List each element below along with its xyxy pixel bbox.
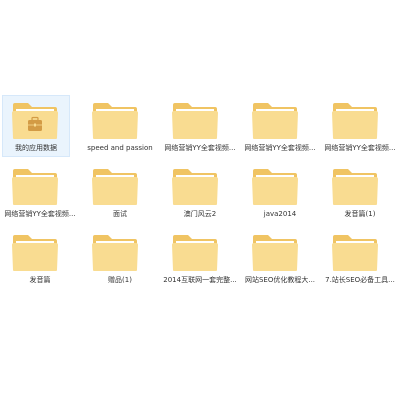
folder-item[interactable]: speed and passion xyxy=(80,95,160,161)
folder-name: 网络营销YY全套视频... xyxy=(164,144,236,152)
folder-item[interactable]: 网络营销YY全套视频... xyxy=(240,95,320,161)
folder-item[interactable]: 我的应用数据 xyxy=(0,95,80,161)
folder-item[interactable]: 网络营销YY全套视频... xyxy=(160,95,240,161)
folder-item[interactable]: java2014 xyxy=(240,161,320,227)
folder-icon xyxy=(12,169,58,205)
folder-name: 澳门风云2 xyxy=(183,210,217,218)
folder-item[interactable]: 网站SEO优化教程大... xyxy=(240,227,320,293)
folder-icon xyxy=(332,103,378,139)
folder-name: 发音篇 xyxy=(29,276,51,284)
folder-icon xyxy=(172,103,218,139)
folder-name: 面试 xyxy=(113,210,127,218)
folder-grid: 我的应用数据 speed and passion 网络营销YY全套视频... 网… xyxy=(0,95,400,293)
folder-item[interactable]: 网络营销YY全套视频... xyxy=(0,161,80,227)
folder-icon xyxy=(92,169,138,205)
folder-item[interactable]: 7.站长SEO必备工具... xyxy=(320,227,400,293)
folder-item[interactable]: 澳门风云2 xyxy=(160,161,240,227)
folder-icon xyxy=(92,235,138,271)
folder-item[interactable]: 2014互联网一套完整... xyxy=(160,227,240,293)
folder-name: speed and passion xyxy=(87,144,153,152)
folder-item[interactable]: 网络营销YY全套视频... xyxy=(320,95,400,161)
folder-name: 发音篇(1) xyxy=(344,210,376,218)
folder-name: 我的应用数据 xyxy=(15,144,57,152)
folder-icon xyxy=(252,169,298,205)
folder-name: java2014 xyxy=(263,210,297,218)
folder-icon xyxy=(332,169,378,205)
folder-icon xyxy=(332,235,378,271)
folder-item[interactable]: 发音篇 xyxy=(0,227,80,293)
folder-name: 2014互联网一套完整... xyxy=(163,276,237,284)
folder-name: 7.站长SEO必备工具... xyxy=(325,276,395,284)
folder-item[interactable]: 发音篇(1) xyxy=(320,161,400,227)
folder-name: 网络营销YY全套视频... xyxy=(4,210,76,218)
folder-icon xyxy=(252,103,298,139)
folder-item[interactable]: 面试 xyxy=(80,161,160,227)
folder-icon xyxy=(252,235,298,271)
folder-icon xyxy=(92,103,138,139)
folder-item[interactable]: 赠品(1) xyxy=(80,227,160,293)
folder-icon xyxy=(172,235,218,271)
folder-name: 网站SEO优化教程大... xyxy=(244,276,316,284)
folder-icon xyxy=(12,235,58,271)
app-data-folder-icon xyxy=(12,103,58,139)
folder-icon xyxy=(172,169,218,205)
folder-name: 赠品(1) xyxy=(108,276,132,284)
folder-name: 网络营销YY全套视频... xyxy=(244,144,316,152)
folder-name: 网络营销YY全套视频... xyxy=(324,144,396,152)
